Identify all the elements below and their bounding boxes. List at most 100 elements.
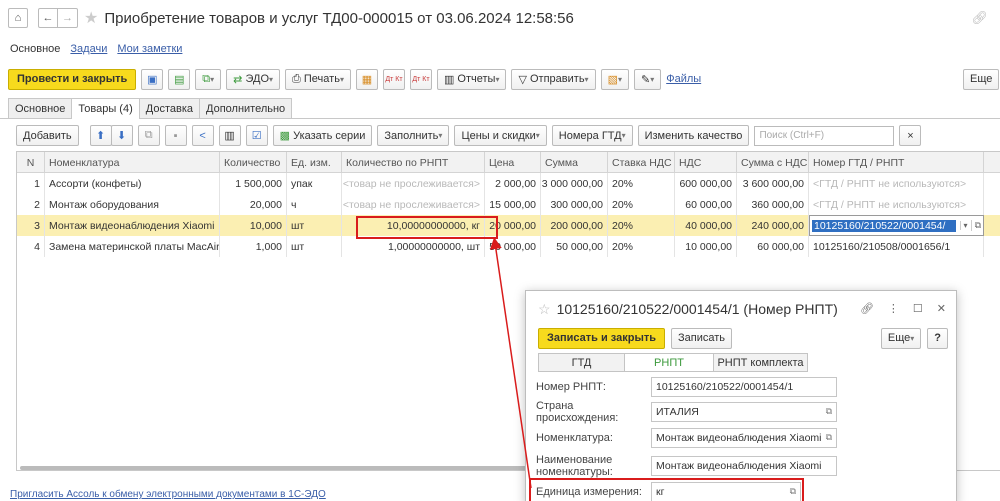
help-button[interactable]: ? [927,327,948,349]
cell-gtd-rnpt[interactable]: <ГТД / РНПТ не используются> [809,194,984,215]
cell-gtd-rnpt[interactable]: <ГТД / РНПТ не используются> [809,173,984,194]
tab-main[interactable]: Основное [10,43,60,55]
gtd-rnpt-value[interactable]: 10125160/210522/0001454/ [812,219,956,232]
cell-sum[interactable]: 200 000,00 [541,215,608,236]
more-button[interactable]: Еще [963,68,1000,90]
forward-button[interactable]: → [58,8,78,28]
search-input[interactable]: Поиск (Ctrl+F) [754,125,895,146]
col-price[interactable]: Цена [485,152,541,173]
cell-vat-rate[interactable]: 20% [608,236,675,257]
cell-sum[interactable]: 3 000 000,00 [541,173,608,194]
cell-quantity[interactable]: 10,000 [220,215,287,236]
cell-qty-rnpt[interactable]: 1,00000000000, шт [342,236,485,257]
cell-price[interactable]: 15 000,00 [485,194,541,215]
cell-quantity[interactable]: 1 500,000 [220,173,287,194]
delete-row-button[interactable]: ▪ [164,125,187,146]
select-button[interactable]: ☑ [245,125,268,146]
open-link-icon[interactable]: ⧉ [970,220,981,231]
cell-nomenclature[interactable]: Монтаж оборудования [45,194,220,215]
cell-sum[interactable]: 50 000,00 [541,236,608,257]
cell-quantity[interactable]: 1,000 [220,236,287,257]
tab-delivery[interactable]: Доставка [138,98,200,118]
cell-vat-rate[interactable]: 20% [608,215,675,236]
back-button[interactable]: ← [38,8,58,28]
cell-nomenclature[interactable]: Ассорти (конфеты) [45,173,220,194]
cell-unit[interactable]: ч [287,194,342,215]
create-based-on-button[interactable]: ⧉ [195,68,222,90]
col-n[interactable]: N [17,152,45,173]
col-unit[interactable]: Ед. изм. [287,152,342,173]
cell-nomenclature[interactable]: Монтаж видеонаблюдения Xiaomi [45,215,220,236]
col-quantity[interactable]: Количество [220,152,287,173]
maximize-icon[interactable]: ☐ [913,302,923,315]
change-quality-button[interactable]: Изменить качество [637,125,750,146]
cell-sum-vat[interactable]: 60 000,00 [737,236,809,257]
rnpt-input[interactable]: 10125160/210522/0001454/1 [651,377,837,397]
write-button[interactable]: Записать [671,327,733,349]
files-link[interactable]: Файлы [666,73,701,85]
tab-gtd[interactable]: ГТД [538,353,625,372]
tab-goods[interactable]: Товары (4) [71,98,140,119]
send-button[interactable]: ▽ Отправить [511,68,596,90]
cell-vat[interactable]: 60 000,00 [675,194,737,215]
country-input[interactable]: ИТАЛИЯ ⧉ [651,402,837,422]
share-button[interactable]: < [191,125,214,146]
cell-unit[interactable]: шт [287,215,342,236]
more-vertical-icon[interactable]: ⋮ [888,302,899,315]
table-row[interactable]: 4 Замена материнской платы MacAir 1,000 … [17,236,1000,257]
col-vat-rate[interactable]: Ставка НДС [608,152,675,173]
col-sum-vat[interactable]: Сумма с НДС [737,152,809,173]
print-button[interactable]: ⎙ Печать [285,68,351,90]
tab-tasks[interactable]: Задачи [70,43,107,55]
cell-sum-vat[interactable]: 360 000,00 [737,194,809,215]
table-row[interactable]: 2 Монтаж оборудования 20,000 ч <товар не… [17,194,1000,215]
cell-sum-vat[interactable]: 240 000,00 [737,215,809,236]
reports-button[interactable]: ▥ Отчеты [436,68,507,90]
table-row-selected[interactable]: 3 Монтаж видеонаблюдения Xiaomi 10,000 ш… [17,215,1000,236]
cell-vat[interactable]: 10 000,00 [675,236,737,257]
move-down-button[interactable]: ⬇ [110,125,133,146]
save-button[interactable]: ▣ [141,68,164,90]
dt-kt-button[interactable]: Дт Кт [382,68,405,90]
col-sum[interactable]: Сумма [541,152,608,173]
cell-vat[interactable]: 40 000,00 [675,215,737,236]
post-and-close-button[interactable]: Провести и закрыть [8,68,137,90]
clip-button[interactable]: ✎ [633,68,662,90]
tab-rnpt-kit[interactable]: РНПТ комплекта [713,353,808,372]
add-row-button[interactable]: Добавить [16,125,79,146]
clear-search-button[interactable]: × [899,125,922,146]
col-vat[interactable]: НДС [675,152,737,173]
nomenclature-name-input[interactable]: Монтаж видеонаблюдения Xiaomi [651,456,837,476]
attachments-dropdown[interactable]: ▧ [600,68,629,90]
cell-quantity[interactable]: 20,000 [220,194,287,215]
dt-kt-movements-button[interactable]: Дт Кт [409,68,432,90]
link-icon[interactable]: 🔗︎ [971,10,988,26]
nomenclature-input[interactable]: Монтаж видеонаблюдения Xiaomi ⧉ [651,428,837,448]
post-button[interactable]: ▤ [168,68,191,90]
barcode-button[interactable]: ▥ [218,125,241,146]
dialog-more-button[interactable]: Еще [880,327,922,349]
col-gtd-rnpt[interactable]: Номер ГТД / РНПТ [809,152,984,173]
cell-vat[interactable]: 600 000,00 [675,173,737,194]
cell-unit[interactable]: шт [287,236,342,257]
cell-sum[interactable]: 300 000,00 [541,194,608,215]
dropdown-arrow-icon[interactable]: ▾ [959,221,968,230]
cell-unit[interactable]: упак [287,173,342,194]
prices-discounts-button[interactable]: Цены и скидки [454,125,547,146]
col-nomenclature[interactable]: Номенклатура [45,152,220,173]
cell-qty-rnpt[interactable]: <товар не прослеживается> [342,194,485,215]
gtd-numbers-button[interactable]: Номера ГТД [551,125,633,146]
close-icon[interactable]: ✕ [937,302,946,315]
home-button[interactable]: ⌂ [8,8,28,28]
cell-gtd-rnpt-editor[interactable]: 10125160/210522/0001454/ ▾ ⧉ [809,215,984,236]
edo-invite-link[interactable]: Пригласить Ассоль к обмену электронными … [10,489,326,500]
copy-row-button[interactable]: ⧉ [137,125,160,146]
move-up-button[interactable]: ⬆ [89,125,112,146]
cell-price[interactable]: 2 000,00 [485,173,541,194]
structure-button[interactable]: ▦ [355,68,378,90]
tab-basic[interactable]: Основное [8,98,73,118]
open-link-icon[interactable]: ⧉ [826,406,832,417]
cell-price[interactable]: 50 000,00 [485,236,541,257]
specify-series-button[interactable]: ▩ Указать серии [272,125,373,146]
table-row[interactable]: 1 Ассорти (конфеты) 1 500,000 упак <това… [17,173,1000,194]
